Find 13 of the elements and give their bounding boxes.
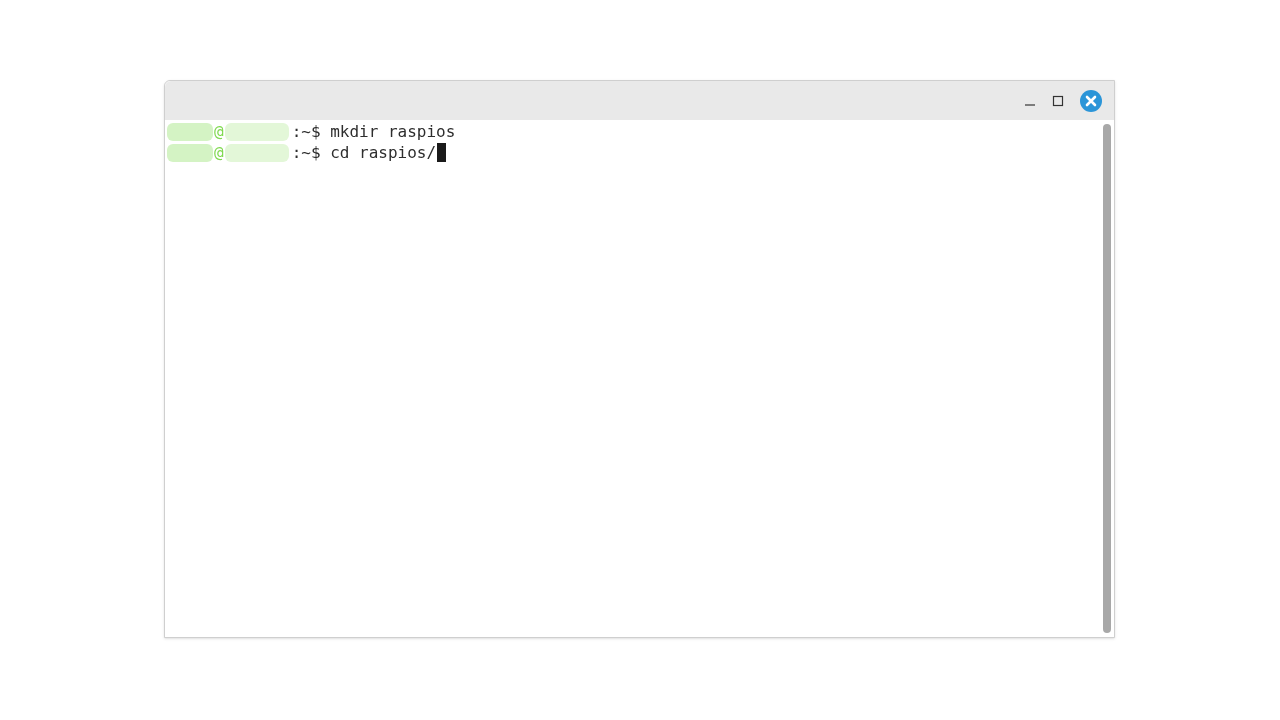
- prompt-path: :~$: [291, 142, 321, 163]
- maximize-icon[interactable]: [1052, 94, 1064, 107]
- blurred-username: [167, 143, 213, 162]
- prompt-path: :~$: [291, 121, 321, 142]
- blurred-hostname: [224, 122, 289, 141]
- command-text: cd raspios/: [330, 142, 437, 163]
- command-text: mkdir raspios: [330, 121, 456, 142]
- blurred-hostname: [224, 143, 289, 162]
- close-icon[interactable]: [1080, 89, 1102, 112]
- blurred-username: [167, 122, 213, 141]
- prompt-at-sign: @: [213, 121, 225, 142]
- scrollbar[interactable]: [1103, 124, 1111, 633]
- prompt-at-sign: @: [213, 142, 225, 163]
